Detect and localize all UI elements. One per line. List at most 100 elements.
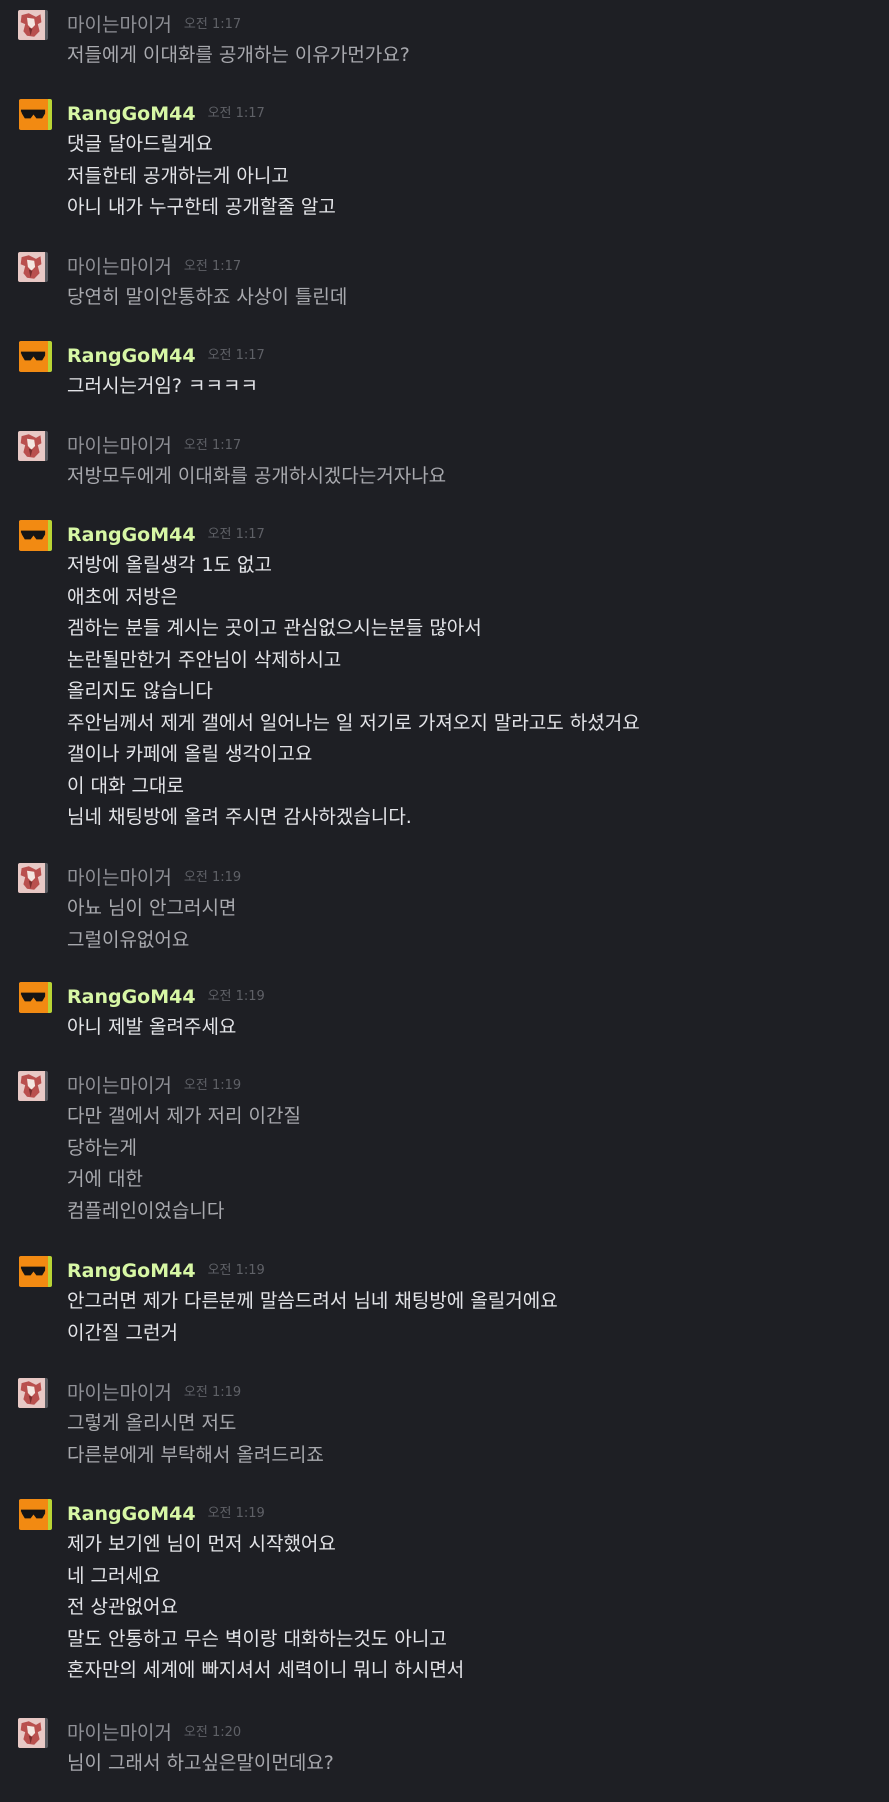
timestamp: 오전 1:17 <box>207 348 265 363</box>
timestamp: 오전 1:17 <box>183 438 242 453</box>
sender-name[interactable]: RangGoM44 <box>67 1502 196 1526</box>
sender-name[interactable]: 마이는마이거 <box>67 1381 172 1405</box>
timestamp: 오전 1:17 <box>207 106 265 121</box>
sender-name[interactable]: 마이는마이거 <box>67 1721 172 1745</box>
message-text: 당하는게 <box>67 1136 137 1159</box>
message-text: 전 상관없어요 <box>67 1596 178 1618</box>
message-header: 마이는마이거 오전 1:17 <box>67 252 241 282</box>
message-text: 저방모두에게 이대화를 공개하시겠다는거자나요 <box>67 465 447 487</box>
message-text: 혼자만의 세계에 빠지셔서 세력이니 뭐니 하시면서 <box>67 1659 465 1681</box>
avatar[interactable] <box>18 252 48 282</box>
avatar[interactable] <box>18 431 48 461</box>
message-text: 안그러면 제가 다른분께 말씀드려서 님네 채팅방에 올릴거에요 <box>67 1290 558 1312</box>
timestamp: 오전 1:17 <box>183 17 242 32</box>
timestamp: 오전 1:19 <box>207 1263 265 1278</box>
message-text: 거에 대한 <box>67 1168 143 1190</box>
message-text: 애초에 저방은 <box>67 585 178 608</box>
sender-name[interactable]: 마이는마이거 <box>67 866 172 890</box>
message-text: 컴플레인이었습니다 <box>67 1199 225 1222</box>
timestamp: 오전 1:19 <box>207 1506 265 1521</box>
sender-name[interactable]: RangGoM44 <box>67 985 196 1009</box>
message-group: RangGoM44 오전 1:17 댓글 달아드릴게요 저들한테 공개하는게 아니고 아… <box>0 99 889 234</box>
message-text: 아니 내가 누구한테 공개할줄 알고 <box>67 196 336 218</box>
message-text: 당연히 말이안통하죠 사상이 틀린데 <box>67 286 348 308</box>
sender-name[interactable]: RangGoM44 <box>67 1259 196 1283</box>
message-header: 마이는마이거 오전 1:19 <box>67 1378 241 1408</box>
sender-name[interactable]: 마이는마이거 <box>67 255 172 279</box>
avatar[interactable] <box>19 99 52 130</box>
message-body: 아니 제발 올려주세요 <box>67 1012 236 1044</box>
message-text: 님네 채팅방에 올려 주시면 감사하겠습니다. <box>67 806 412 828</box>
message-text: 논란될만한거 주안님이 삭제하시고 <box>67 648 342 671</box>
message-text: 다른분에게 부탁해서 올려드리죠 <box>67 1443 324 1466</box>
message-header: RangGoM44 오전 1:17 <box>67 341 265 371</box>
message-body: 님이 그래서 하고싶은말이먼데요? <box>67 1748 334 1780</box>
message-text: 그럴이유없어요 <box>67 928 190 951</box>
avatar[interactable] <box>18 863 48 893</box>
message-group: 마이는마이거 오전 1:17 저들에게 이대화를 공개하는 이유가먼가요? <box>0 10 889 82</box>
message-group: 마이는마이거 오전 1:17 저방모두에게 이대화를 공개하시겠다는거자나요 <box>0 431 889 503</box>
message-group: RangGoM44 오전 1:19 제가 보기엔 님이 먼저 시작했어요 네 그러세요… <box>0 1499 889 1697</box>
message-text: 아니 제발 올려주세요 <box>67 1016 237 1038</box>
message-header: 마이는마이거 오전 1:17 <box>67 10 241 40</box>
message-group: 마이는마이거 오전 1:19 다만 갤에서 제가 저리 이간질당하는게거에 대한컴플… <box>0 1071 889 1237</box>
message-header: 마이는마이거 오전 1:19 <box>67 863 241 893</box>
message-body: 저방모두에게 이대화를 공개하시겠다는거자나요 <box>67 461 446 493</box>
message-text: 갤이나 카페에 올릴 생각이고요 <box>67 743 313 765</box>
message-header: 마이는마이거 오전 1:17 <box>67 431 241 461</box>
avatar[interactable] <box>18 1378 48 1408</box>
message-text: 저들에게 이대화를 공개하는 이유가먼가요? <box>67 44 410 66</box>
timestamp: 오전 1:19 <box>207 989 265 1004</box>
message-header: RangGoM44 오전 1:19 <box>67 1499 265 1529</box>
avatar[interactable] <box>19 1256 52 1287</box>
avatar[interactable] <box>19 1499 52 1530</box>
timestamp: 오전 1:19 <box>183 1078 242 1093</box>
message-body: 다만 갤에서 제가 저리 이간질당하는게거에 대한컴플레인이었습니다 <box>67 1101 301 1227</box>
message-text: 저들한테 공개하는게 아니고 <box>67 164 289 187</box>
message-text: 그렇게 올리시면 저도 <box>67 1412 237 1434</box>
message-body: 아뇨 님이 안그러시면그럴이유없어요 <box>67 893 236 956</box>
timestamp: 오전 1:19 <box>183 1385 242 1400</box>
sender-name[interactable]: 마이는마이거 <box>67 13 172 37</box>
avatar[interactable] <box>18 10 48 40</box>
sender-name[interactable]: 마이는마이거 <box>67 434 172 458</box>
message-text: 주안님께서 제게 갤에서 일어나는 일 저기로 가져오지 말라고도 하셨거요 <box>67 711 640 734</box>
message-group: RangGoM44 오전 1:17 저방에 올릴생각 1도 없고 애초에 저방은 겜하는… <box>0 520 889 844</box>
message-text: 겜하는 분들 계시는 곳이고 관심없으시는분들 많아서 <box>67 617 482 639</box>
message-group: RangGoM44 오전 1:17 그러시는거임? ㅋㅋㅋㅋ <box>0 341 889 413</box>
timestamp: 오전 1:19 <box>183 870 242 885</box>
message-group: 마이는마이거 오전 1:19 아뇨 님이 안그러시면그럴이유없어요 <box>0 863 889 966</box>
message-body: 안그러면 제가 다른분께 말씀드려서 님네 채팅방에 올릴거에요이간질 그런거 <box>67 1286 558 1349</box>
avatar[interactable] <box>19 982 52 1013</box>
chat-log[interactable]: 마이는마이거 오전 1:17 저들에게 이대화를 공개하는 이유가먼가요? RangG… <box>0 0 889 1802</box>
message-group: 마이는마이거 오전 1:20 님이 그래서 하고싶은말이먼데요? <box>0 1718 889 1790</box>
timestamp: 오전 1:20 <box>183 1725 242 1740</box>
message-header: 마이는마이거 오전 1:20 <box>67 1718 241 1748</box>
message-header: RangGoM44 오전 1:17 <box>67 99 265 129</box>
message-header: 마이는마이거 오전 1:19 <box>67 1071 241 1101</box>
message-body: 제가 보기엔 님이 먼저 시작했어요 네 그러세요 전 상관없어요 말도 안통하고 무… <box>67 1529 464 1687</box>
message-text: 올리지도 않습니다 <box>67 680 213 702</box>
avatar[interactable] <box>19 341 52 372</box>
message-text: 다만 갤에서 제가 저리 이간질 <box>67 1105 301 1127</box>
message-body: 저들에게 이대화를 공개하는 이유가먼가요? <box>67 40 410 72</box>
message-text: 아뇨 님이 안그러시면 <box>67 897 237 919</box>
message-body: 그렇게 올리시면 저도다른분에게 부탁해서 올려드리죠 <box>67 1408 324 1471</box>
sender-name[interactable]: RangGoM44 <box>67 344 196 368</box>
message-group: RangGoM44 오전 1:19 안그러면 제가 다른분께 말씀드려서 님네 채팅… <box>0 1256 889 1359</box>
sender-name[interactable]: RangGoM44 <box>67 102 196 126</box>
message-text: 님이 그래서 하고싶은말이먼데요? <box>67 1752 334 1774</box>
message-body: 당연히 말이안통하죠 사상이 틀린데 <box>67 282 347 314</box>
sender-name[interactable]: 마이는마이거 <box>67 1074 172 1098</box>
message-text: 말도 안통하고 무슨 벽이랑 대화하는것도 아니고 <box>67 1627 447 1650</box>
message-body: 그러시는거임? ㅋㅋㅋㅋ <box>67 371 258 403</box>
avatar[interactable] <box>19 520 52 551</box>
message-header: RangGoM44 오전 1:19 <box>67 1256 265 1286</box>
avatar[interactable] <box>18 1071 48 1101</box>
message-text: 이간질 그런거 <box>67 1321 178 1344</box>
sender-name[interactable]: RangGoM44 <box>67 523 196 547</box>
message-body: 댓글 달아드릴게요 저들한테 공개하는게 아니고 아니 내가 누구한테 공개할줄 알… <box>67 129 336 224</box>
message-group: 마이는마이거 오전 1:17 당연히 말이안통하죠 사상이 틀린데 <box>0 252 889 324</box>
message-body: 저방에 올릴생각 1도 없고 애초에 저방은 겜하는 분들 계시는 곳이고 관심없으… <box>67 550 640 834</box>
avatar[interactable] <box>18 1718 48 1748</box>
